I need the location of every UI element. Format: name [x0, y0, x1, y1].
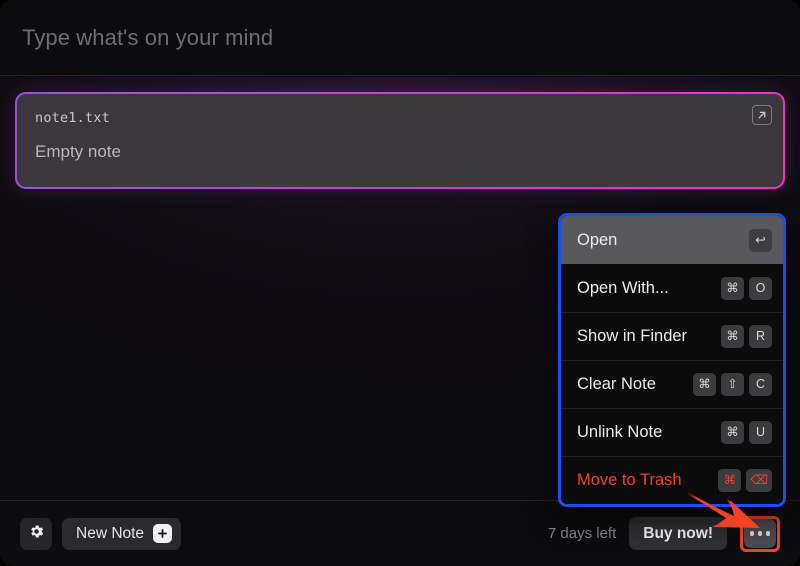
- menu-item-label: Show in Finder: [577, 327, 688, 345]
- ellipsis-icon: [749, 531, 755, 536]
- menu-item[interactable]: Clear Note ⌘ ⇧ C: [561, 360, 783, 408]
- keycap: ⌘: [718, 469, 742, 492]
- buy-now-label: Buy now!: [643, 524, 713, 542]
- keycap: C: [749, 373, 772, 396]
- note-card-inner: note1.txt Empty note: [17, 94, 783, 187]
- menu-item[interactable]: Move to Trash ⌘ ⌫: [561, 456, 783, 504]
- toolbar-right-group: 7 days left Buy now!: [547, 515, 780, 552]
- note-card[interactable]: note1.txt Empty note: [15, 92, 785, 189]
- menu-item-label: Move to Trash: [577, 471, 682, 489]
- keycap: ⌘: [693, 373, 716, 396]
- ellipsis-icon: [757, 531, 763, 536]
- settings-button[interactable]: [20, 517, 52, 550]
- buy-now-button[interactable]: Buy now!: [629, 517, 727, 550]
- ellipsis-icon: [765, 531, 771, 536]
- menu-item-label: Open With...: [577, 278, 669, 297]
- gear-icon: [28, 523, 45, 545]
- menu-item[interactable]: Show in Finder ⌘ R: [561, 312, 783, 360]
- keycap: O: [749, 276, 772, 300]
- compose-placeholder: Type what's on your mind: [22, 24, 274, 50]
- plus-icon: [153, 524, 173, 543]
- note-context-menu[interactable]: Open ↩ Open With... ⌘ O Show in Finder ⌘ R Clear…: [558, 213, 786, 507]
- compose-header[interactable]: Type what's on your mind: [0, 0, 800, 76]
- menu-item[interactable]: Open With... ⌘ O: [561, 264, 783, 312]
- keycap: U: [749, 421, 772, 444]
- menu-item-shortcut: ⌘ U: [721, 421, 772, 444]
- menu-item-shortcut: ⌘ R: [721, 325, 772, 348]
- keycap: R: [749, 325, 772, 348]
- menu-item-label: Unlink Note: [577, 423, 663, 441]
- note-body-text: Empty note: [35, 142, 121, 161]
- keycap: ⇧: [721, 373, 744, 396]
- menu-item-shortcut: ↩: [749, 228, 772, 252]
- more-button-highlight: [740, 515, 780, 552]
- arrow-up-right-icon[interactable]: [752, 105, 772, 125]
- menu-item-shortcut: ⌘ O: [721, 276, 772, 300]
- menu-item[interactable]: Open ↩: [561, 216, 783, 264]
- keycap: ⌘: [721, 325, 744, 348]
- trial-status-text: 7 days left: [547, 525, 617, 542]
- app-window: Type what's on your mind note1.txt Empty…: [0, 0, 800, 566]
- note-filename: note1.txt: [35, 110, 110, 126]
- keycap: ↩: [749, 228, 772, 252]
- bottom-toolbar: New Note 7 days left Buy now!: [0, 500, 800, 566]
- toolbar-left-group: New Note: [20, 517, 182, 550]
- menu-item-shortcut: ⌘ ⌫: [718, 469, 772, 492]
- menu-item-label: Open: [577, 230, 618, 249]
- menu-item-shortcut: ⌘ ⇧ C: [693, 373, 772, 396]
- more-options-button[interactable]: [744, 519, 776, 548]
- new-note-button[interactable]: New Note: [62, 517, 182, 550]
- menu-item-label: Clear Note: [577, 375, 656, 393]
- keycap: ⌘: [721, 276, 744, 300]
- menu-item[interactable]: Unlink Note ⌘ U: [561, 408, 783, 456]
- keycap: ⌘: [721, 421, 744, 444]
- new-note-label: New Note: [76, 524, 145, 542]
- keycap: ⌫: [746, 469, 772, 492]
